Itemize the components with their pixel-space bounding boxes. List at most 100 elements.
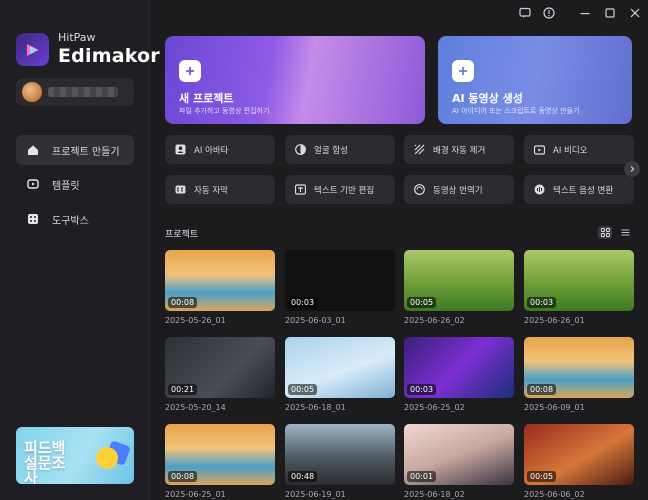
tool-text-based-edit[interactable]: 텍스트 기반 편집 [285,175,395,204]
subtitle-icon [174,184,186,196]
project-duration: 00:48 [288,471,318,482]
account-button[interactable] [16,78,134,106]
project-duration: 00:21 [168,384,198,395]
nav-label: 도구박스 [52,215,89,227]
project-duration: 00:05 [288,384,318,395]
project-name: 2025-06-06_02 [524,490,585,499]
tools-next-arrow[interactable] [624,161,640,177]
project-card[interactable]: 00:05 2025-06-18_01 [285,337,395,412]
tool-background-remove[interactable]: 배경 자동 제거 [404,135,514,164]
tool-label: 텍스트 음성 변환 [553,185,614,196]
project-duration: 00:03 [288,297,318,308]
maximize-icon[interactable] [602,5,618,21]
project-thumbnail: 00:03 [285,250,395,311]
project-name: 2025-06-03_01 [285,316,346,325]
plus-icon [452,60,474,82]
project-name: 2025-06-26_01 [524,316,585,325]
project-duration: 00:05 [407,297,437,308]
list-view-icon[interactable] [618,226,632,239]
tool-face-swap[interactable]: 얼굴 합성 [285,135,395,164]
nav-create-project[interactable]: 프로젝트 만들기 [16,135,134,165]
ai-video-icon [533,144,545,156]
project-duration: 00:03 [527,297,557,308]
avatar-icon [174,144,186,156]
help-icon[interactable] [541,5,557,21]
new-project-title: 새 프로젝트 [179,92,234,105]
project-thumbnail: 00:01 [404,424,514,485]
project-card[interactable]: 00:05 2025-06-06_02 [524,424,634,499]
close-icon[interactable] [627,5,643,21]
project-name: 2025-06-25_02 [404,403,465,412]
project-thumbnail: 00:08 [165,250,275,311]
tool-label: 동영상 번역기 [433,185,483,196]
project-name: 2025-06-26_02 [404,316,465,325]
brand-main: Edimakor [58,45,160,67]
project-card[interactable]: 00:03 2025-06-25_02 [404,337,514,412]
smile-emoji-icon [96,447,118,469]
nav-label: 템플릿 [52,180,80,192]
feedback-survey-banner[interactable]: 피드백 설문조사 [16,427,134,484]
project-card[interactable]: 00:08 2025-06-09_01 [524,337,634,412]
brand-top: HitPaw [58,31,96,44]
tool-label: 자동 자막 [194,185,228,196]
project-name: 2025-06-25_01 [165,490,226,499]
project-duration: 00:01 [407,471,437,482]
project-card[interactable]: 00:08 2025-05-26_01 [165,250,275,325]
feedback-icon[interactable] [517,5,533,21]
project-thumbnail: 00:08 [524,337,634,398]
project-card[interactable]: 00:01 2025-06-18_02 [404,424,514,499]
project-duration: 00:05 [527,471,557,482]
project-name: 2025-06-09_01 [524,403,585,412]
project-duration: 00:08 [168,471,198,482]
tool-label: 배경 자동 제거 [433,145,486,156]
new-project-subtitle: 파일 추가하고 동영상 편집하기 [179,107,270,115]
project-duration: 00:03 [407,384,437,395]
project-card[interactable]: 00:03 2025-06-26_01 [524,250,634,325]
tool-text-to-speech[interactable]: 텍스트 음성 변환 [524,175,634,204]
nav-toolbox[interactable]: 도구박스 [16,204,134,234]
project-name: 2025-05-26_01 [165,316,226,325]
tool-label: AI 아바타 [194,145,229,156]
nav-templates[interactable]: 템플릿 [16,169,134,199]
account-name-blurred [48,87,118,97]
project-thumbnail: 00:03 [404,337,514,398]
ai-video-title: AI 동영상 생성 [452,92,523,105]
project-card[interactable]: 00:08 2025-06-25_01 [165,424,275,499]
minimize-icon[interactable] [577,5,593,21]
grid-view-icon[interactable] [598,226,612,239]
background-remove-icon [413,144,425,156]
project-card[interactable]: 00:05 2025-06-26_02 [404,250,514,325]
avatar [22,82,42,102]
project-card[interactable]: 00:03 2025-06-03_01 [285,250,395,325]
tts-icon [533,184,545,196]
project-name: 2025-06-19_01 [285,490,346,499]
ai-video-subtitle: AI 아이디어 또는 스크립트로 동영상 만들기 [452,107,580,115]
survey-label: 피드백 설문조사 [24,439,66,485]
tool-ai-video[interactable]: AI 비디오 [524,135,634,164]
tool-ai-avatar[interactable]: AI 아바타 [165,135,275,164]
plus-icon [179,60,201,82]
new-project-card[interactable]: 새 프로젝트 파일 추가하고 동영상 편집하기 [165,36,425,124]
project-thumbnail: 00:05 [524,424,634,485]
tool-label: 텍스트 기반 편집 [314,185,375,196]
home-icon [26,143,40,157]
tool-label: AI 비디오 [553,145,588,156]
project-card[interactable]: 00:21 2025-05-20_14 [165,337,275,412]
text-edit-icon [294,184,306,196]
translate-icon [413,184,425,196]
projects-section-title: 프로젝트 [165,230,199,240]
nav-label: 프로젝트 만들기 [52,146,120,158]
template-icon [26,177,40,191]
project-thumbnail: 00:08 [165,424,275,485]
project-name: 2025-05-20_14 [165,403,226,412]
project-thumbnail: 00:21 [165,337,275,398]
chevron-right-icon [630,166,635,172]
toolbox-icon [26,212,40,226]
ai-video-card[interactable]: AI 동영상 생성 AI 아이디어 또는 스크립트로 동영상 만들기 [438,36,632,124]
tool-label: 얼굴 합성 [314,145,348,156]
tool-video-translator[interactable]: 동영상 번역기 [404,175,514,204]
project-card[interactable]: 00:48 2025-06-19_01 [285,424,395,499]
project-thumbnail: 00:05 [404,250,514,311]
tool-auto-subtitle[interactable]: 자동 자막 [165,175,275,204]
project-duration: 00:08 [527,384,557,395]
